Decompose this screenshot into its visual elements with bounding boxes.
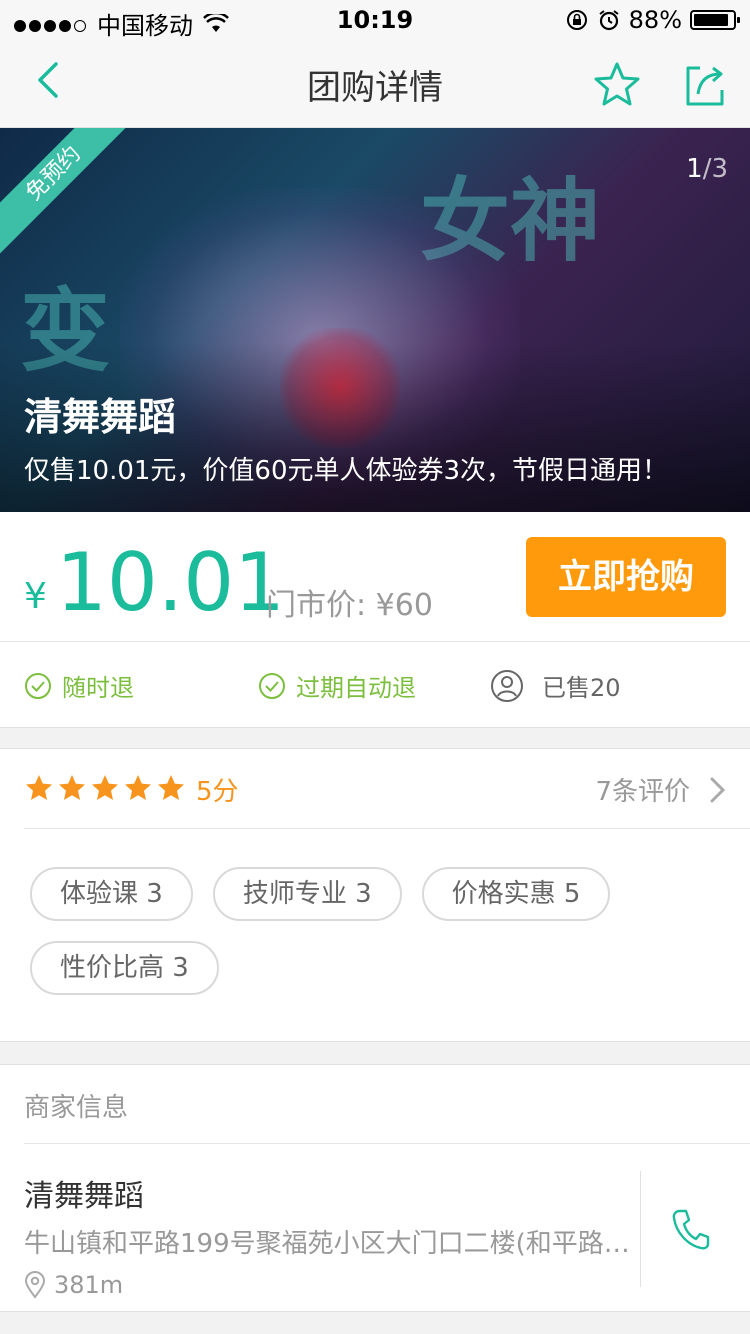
location-pin-icon: [24, 1271, 46, 1299]
alarm-icon: [599, 10, 619, 31]
refund-anytime: 随时退: [24, 668, 134, 703]
hero-description: 仅售10.01元，价值60元单人体验券3次，节假日通用！: [24, 456, 669, 486]
favorite-star-icon[interactable]: [592, 60, 642, 110]
star-icon: [125, 775, 151, 800]
status-bar: 中国移动 10:19 88%: [0, 0, 750, 40]
merchant-distance: 381m: [24, 1271, 123, 1299]
status-right: 88%: [565, 6, 740, 34]
review-tag[interactable]: 体验课 3: [30, 867, 193, 921]
rating-score: 5分: [196, 777, 239, 807]
price-block: ¥ 10.01 门市价: ¥60 立即抢购: [0, 512, 750, 642]
share-icon[interactable]: [680, 60, 730, 110]
nav-bar: 团购详情: [0, 40, 750, 128]
hero-shop-name: 清舞舞蹈: [24, 395, 177, 439]
review-tag[interactable]: 价格实惠 5: [421, 867, 611, 921]
chevron-right-icon[interactable]: [708, 775, 728, 805]
divider: [640, 1171, 641, 1287]
sold-count: 已售20: [490, 668, 621, 703]
merchant-name[interactable]: 清舞舞蹈: [24, 1171, 144, 1215]
review-count[interactable]: 7条评价: [595, 771, 690, 808]
image-counter: 1/3: [686, 154, 728, 184]
merchant-header: 商家信息: [24, 1093, 129, 1123]
review-tag[interactable]: 性价比高 3: [30, 941, 219, 995]
review-section: 5分 7条评价 体验课 3 技师专业 3 价格实惠 5 性价比高 3: [0, 748, 750, 1042]
auto-refund: 过期自动退: [258, 668, 416, 703]
battery-icon: [690, 10, 740, 30]
divider: [24, 828, 750, 829]
merchant-distance-label: 381m: [54, 1271, 124, 1299]
image-counter-total: /3: [702, 154, 728, 184]
merchant-address[interactable]: 牛山镇和平路199号聚福苑小区大门口二楼(和平路…: [24, 1223, 636, 1260]
sold-count-label: 已售20: [542, 674, 621, 702]
review-tag[interactable]: 技师专业 3: [212, 867, 402, 921]
rotation-lock-icon: [566, 10, 587, 30]
rating-row[interactable]: 5分 7条评价: [0, 749, 750, 829]
refund-anytime-label: 随时退: [62, 674, 134, 702]
star-icon: [158, 775, 184, 800]
no-reservation-badge: 免预约: [0, 128, 138, 258]
user-icon: [491, 669, 523, 702]
check-circle-icon: [25, 672, 51, 699]
currency-symbol: ¥: [24, 576, 47, 617]
phone-icon[interactable]: [670, 1207, 710, 1251]
deal-price: 10.01: [56, 536, 286, 629]
image-counter-current: 1: [686, 154, 703, 184]
divider: [24, 1143, 750, 1144]
star-icon: [92, 775, 118, 800]
guarantee-row: 随时退 过期自动退 已售20: [0, 642, 750, 728]
star-icon: [59, 775, 85, 800]
battery-percent: 88%: [628, 6, 682, 34]
star-rating: [24, 773, 186, 803]
merchant-section: 商家信息 清舞舞蹈 牛山镇和平路199号聚福苑小区大门口二楼(和平路… 381m: [0, 1064, 750, 1312]
buy-now-button[interactable]: 立即抢购: [526, 537, 726, 617]
hero-image[interactable]: 变 女神 免预约 1/3 清舞舞蹈 仅售10.01元，价值60元单人体验券3次，…: [0, 128, 750, 512]
star-icon: [26, 775, 52, 800]
market-price: 门市价: ¥60: [266, 588, 433, 623]
auto-refund-label: 过期自动退: [296, 674, 416, 702]
review-tags: 体验课 3 技师专业 3 价格实惠 5 性价比高 3: [30, 867, 730, 995]
check-circle-icon: [259, 672, 285, 699]
